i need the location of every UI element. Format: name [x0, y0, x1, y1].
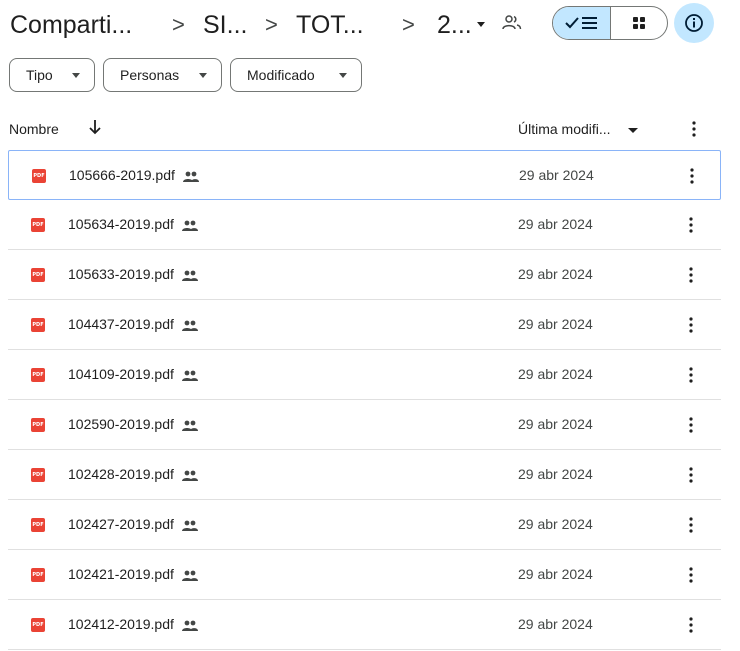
dropdown-arrow-icon	[72, 73, 80, 78]
file-list: PDF 105666-2019.pdf 29 abr 2024 PDF 105634-2…	[8, 150, 721, 650]
filter-chip-label: Personas	[120, 67, 180, 83]
breadcrumb: Comparti... > SI... > TOT... > 2...	[0, 0, 740, 50]
pdf-file-icon: PDF	[31, 268, 45, 282]
file-modified-date: 29 abr 2024	[518, 316, 593, 332]
view-toggle	[552, 6, 668, 40]
info-icon	[685, 14, 703, 32]
more-vert-icon[interactable]	[684, 465, 698, 485]
chevron-down-icon[interactable]	[477, 22, 485, 27]
file-name: 102427-2019.pdf	[68, 516, 174, 532]
file-row[interactable]: PDF 105633-2019.pdf 29 abr 2024	[8, 250, 721, 300]
breadcrumb-item-compartidos[interactable]: Comparti...	[10, 8, 132, 42]
shared-people-icon	[183, 170, 199, 182]
check-list-icon	[565, 17, 597, 29]
more-vert-icon[interactable]	[684, 615, 698, 635]
file-row[interactable]: PDF 102421-2019.pdf 29 abr 2024	[8, 550, 721, 600]
file-row[interactable]: PDF 102427-2019.pdf 29 abr 2024	[8, 500, 721, 550]
file-row[interactable]: PDF 105634-2019.pdf 29 abr 2024	[8, 200, 721, 250]
file-name: 102428-2019.pdf	[68, 466, 174, 482]
breadcrumb-item-current[interactable]: 2...	[437, 8, 472, 42]
caret-down-icon[interactable]	[628, 128, 638, 133]
file-modified-date: 29 abr 2024	[518, 266, 593, 282]
pdf-file-icon: PDF	[31, 618, 45, 632]
more-vert-icon[interactable]	[684, 315, 698, 335]
filter-chip-personas[interactable]: Personas	[103, 58, 222, 92]
shared-people-icon	[182, 419, 198, 431]
file-modified-date: 29 abr 2024	[519, 167, 594, 183]
file-row[interactable]: PDF 102590-2019.pdf 29 abr 2024	[8, 400, 721, 450]
breadcrumb-separator: >	[172, 12, 185, 37]
shared-people-icon	[182, 469, 198, 481]
more-vert-icon[interactable]	[684, 265, 698, 285]
filter-chip-tipo[interactable]: Tipo	[9, 58, 95, 92]
dropdown-arrow-icon	[199, 73, 207, 78]
shared-people-icon	[182, 269, 198, 281]
filter-chip-modificado[interactable]: Modificado	[230, 58, 362, 92]
shared-people-icon	[182, 369, 198, 381]
shared-people-icon	[182, 519, 198, 531]
file-name: 102421-2019.pdf	[68, 566, 174, 582]
file-name: 105634-2019.pdf	[68, 216, 174, 232]
file-name: 104437-2019.pdf	[68, 316, 174, 332]
breadcrumb-item-tot[interactable]: TOT...	[296, 8, 364, 42]
more-vert-icon[interactable]	[684, 515, 698, 535]
more-vert-icon[interactable]	[684, 415, 698, 435]
breadcrumb-item-si[interactable]: SI...	[203, 8, 247, 42]
arrow-down-icon[interactable]	[88, 119, 102, 135]
file-row[interactable]: PDF 104437-2019.pdf 29 abr 2024	[8, 300, 721, 350]
list-view-button[interactable]	[553, 7, 611, 39]
pdf-file-icon: PDF	[31, 418, 45, 432]
grid-view-button[interactable]	[611, 7, 667, 39]
column-header-modified[interactable]: Última modifi...	[518, 121, 611, 137]
more-vert-icon[interactable]	[684, 215, 698, 235]
file-row[interactable]: PDF 104109-2019.pdf 29 abr 2024	[8, 350, 721, 400]
file-modified-date: 29 abr 2024	[518, 216, 593, 232]
column-header-name[interactable]: Nombre	[9, 121, 59, 137]
shared-people-icon	[182, 319, 198, 331]
file-name: 102590-2019.pdf	[68, 416, 174, 432]
breadcrumb-separator: >	[402, 12, 415, 37]
file-modified-date: 29 abr 2024	[518, 566, 593, 582]
dropdown-arrow-icon	[339, 73, 347, 78]
file-name: 105633-2019.pdf	[68, 266, 174, 282]
shared-people-icon	[182, 569, 198, 581]
filter-chip-label: Modificado	[247, 67, 315, 83]
shared-people-icon	[182, 219, 198, 231]
grid-icon	[633, 17, 645, 29]
pdf-file-icon: PDF	[31, 368, 45, 382]
pdf-file-icon: PDF	[31, 318, 45, 332]
more-vert-icon[interactable]	[684, 365, 698, 385]
file-row[interactable]: PDF 105666-2019.pdf 29 abr 2024	[8, 150, 721, 200]
file-row[interactable]: PDF 102428-2019.pdf 29 abr 2024	[8, 450, 721, 500]
info-button[interactable]	[674, 3, 714, 43]
pdf-file-icon: PDF	[31, 568, 45, 582]
more-vert-icon[interactable]	[684, 565, 698, 585]
file-name: 105666-2019.pdf	[69, 167, 175, 183]
file-name: 104109-2019.pdf	[68, 366, 174, 382]
people-outline-icon[interactable]	[502, 14, 522, 32]
pdf-file-icon: PDF	[31, 218, 45, 232]
breadcrumb-separator: >	[265, 12, 278, 37]
more-vert-icon[interactable]	[685, 166, 699, 186]
filter-chip-label: Tipo	[26, 67, 53, 83]
pdf-file-icon: PDF	[31, 518, 45, 532]
file-modified-date: 29 abr 2024	[518, 466, 593, 482]
pdf-file-icon: PDF	[31, 468, 45, 482]
more-vert-icon[interactable]	[686, 120, 702, 138]
file-row[interactable]: PDF 102412-2019.pdf 29 abr 2024	[8, 600, 721, 650]
shared-people-icon	[182, 619, 198, 631]
file-modified-date: 29 abr 2024	[518, 416, 593, 432]
column-header-row: Nombre Última modifi...	[0, 108, 740, 150]
pdf-file-icon: PDF	[32, 169, 46, 183]
file-modified-date: 29 abr 2024	[518, 616, 593, 632]
file-modified-date: 29 abr 2024	[518, 366, 593, 382]
file-name: 102412-2019.pdf	[68, 616, 174, 632]
file-modified-date: 29 abr 2024	[518, 516, 593, 532]
